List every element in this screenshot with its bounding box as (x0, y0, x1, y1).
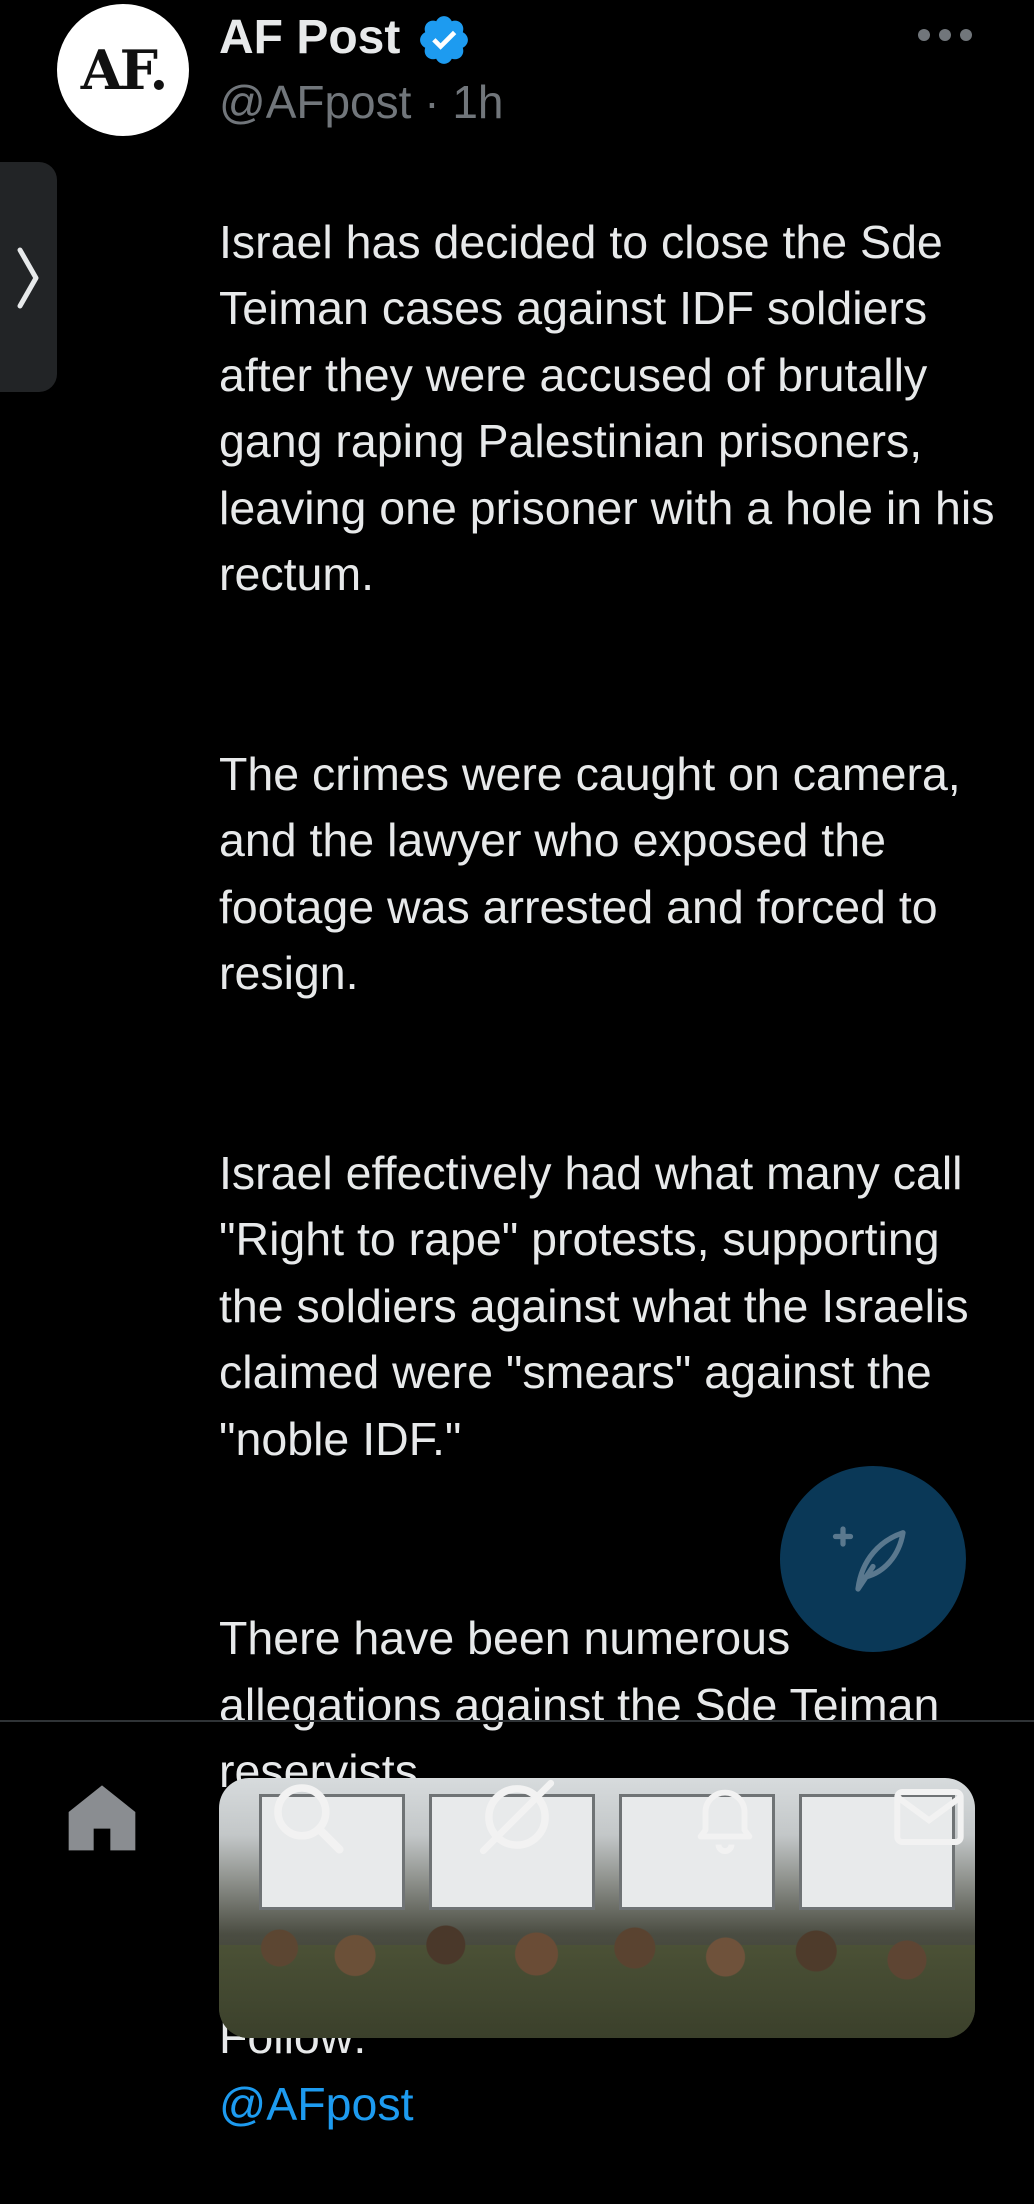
nav-home[interactable] (57, 1772, 147, 1862)
post-time: 1h (452, 76, 504, 128)
avatar-logo-text: AF. (80, 38, 169, 102)
post-paragraph: The crimes were caught on camera, and th… (219, 747, 961, 1000)
separator-dot: · (424, 76, 440, 128)
compose-feather-icon (832, 1526, 906, 1592)
media-crowd (219, 1888, 975, 2038)
nav-messages[interactable] (884, 1772, 974, 1862)
follow-mention-link[interactable]: @AFpost (219, 2078, 414, 2130)
grok-icon (479, 1779, 555, 1855)
bottom-navigation-bar (0, 1720, 1034, 1862)
chevron-right-icon (17, 247, 39, 309)
compose-post-button[interactable] (780, 1466, 966, 1652)
nav-search[interactable] (262, 1772, 352, 1862)
messages-envelope-icon (894, 1789, 964, 1845)
nav-grok[interactable] (472, 1772, 562, 1862)
post-paragraph: Israel has decided to close the Sde Teim… (219, 215, 995, 601)
handle-and-time: @AFpost · 1h (219, 72, 504, 132)
author-handle[interactable]: @AFpost (219, 76, 411, 128)
verified-badge-icon (420, 16, 468, 64)
side-drawer-handle[interactable] (0, 162, 57, 392)
nav-notifications[interactable] (680, 1772, 770, 1862)
author-name[interactable]: AF Post (219, 8, 400, 68)
author-avatar[interactable]: AF. (57, 4, 189, 136)
notifications-bell-icon (697, 1789, 753, 1855)
post-paragraph: Israel effectively had what many call "R… (219, 1146, 969, 1465)
more-options-icon[interactable] (918, 22, 972, 48)
search-icon (274, 1784, 344, 1854)
home-icon (68, 1785, 136, 1851)
